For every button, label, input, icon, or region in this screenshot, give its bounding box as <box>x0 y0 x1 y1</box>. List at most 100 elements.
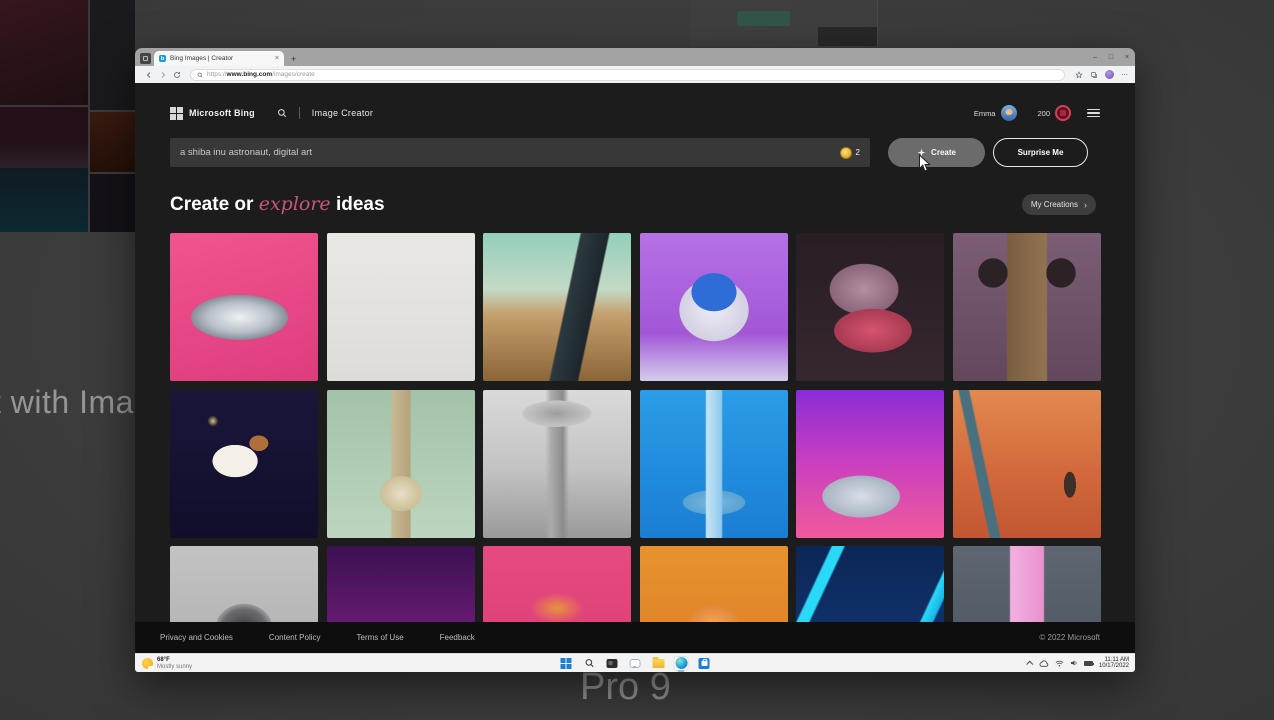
battery-icon[interactable] <box>1084 661 1093 666</box>
new-tab-button[interactable]: + <box>291 55 296 64</box>
prompt-field: 2 <box>170 138 870 167</box>
taskbar-clock[interactable]: 11:11 AM 10/17/2022 <box>1099 657 1129 670</box>
gallery-tile[interactable] <box>483 390 631 538</box>
surprise-me-button[interactable]: Surprise Me <box>993 138 1088 167</box>
footer-link-terms[interactable]: Terms of Use <box>357 633 404 642</box>
tab-title: Bing Images | Creator <box>170 55 271 62</box>
hero-accent-word: explore <box>259 193 331 215</box>
weather-temp: 68°F <box>157 657 192 664</box>
page-footer: Privacy and Cookies Content Policy Terms… <box>135 622 1135 653</box>
tab-close-icon[interactable]: × <box>275 55 279 62</box>
search-icon <box>584 658 594 668</box>
gallery-tile[interactable] <box>327 233 475 381</box>
minimize-icon[interactable]: – <box>1087 54 1103 61</box>
search-icon[interactable] <box>277 108 287 118</box>
url-search-icon <box>197 72 203 78</box>
taskbar-apps <box>559 654 712 672</box>
user-avatar[interactable] <box>1001 105 1017 121</box>
edge-button[interactable] <box>674 656 689 671</box>
background-image-collage <box>0 0 135 232</box>
chevron-right-icon: › <box>1084 200 1087 210</box>
volume-icon[interactable] <box>1070 659 1078 667</box>
chat-button[interactable] <box>628 656 643 671</box>
bg-collage-tile <box>0 0 88 105</box>
windows-taskbar: 68°F Mostly sunny <box>135 653 1135 672</box>
boost-count: 2 <box>856 148 860 157</box>
system-tray: 11:11 AM 10/17/2022 <box>1028 654 1129 672</box>
my-creations-button[interactable]: My Creations › <box>1022 194 1096 215</box>
window-controls: – □ × <box>1087 48 1135 66</box>
footer-link-privacy[interactable]: Privacy and Cookies <box>160 633 233 642</box>
footer-link-content-policy[interactable]: Content Policy <box>269 633 321 642</box>
prompt-row: 2 Create Surprise Me <box>170 138 1100 167</box>
page-title: Image Creator <box>312 108 373 118</box>
footer-link-feedback[interactable]: Feedback <box>440 633 475 642</box>
start-button[interactable] <box>559 656 574 671</box>
url-text: https://www.bing.com/images/create <box>207 71 315 78</box>
browser-profile-avatar[interactable] <box>1105 70 1114 79</box>
rewards-points[interactable]: 200 <box>1037 109 1050 118</box>
refresh-icon[interactable] <box>170 69 184 81</box>
hero-row: Create or explore ideas My Creations › <box>170 193 1100 219</box>
user-name[interactable]: Emma <box>974 109 996 118</box>
mouse-cursor <box>918 154 931 173</box>
taskbar-search[interactable] <box>582 656 597 671</box>
gallery-tile[interactable] <box>640 390 788 538</box>
gallery-tile[interactable] <box>170 390 318 538</box>
microsoft-logo-icon <box>170 107 183 120</box>
gallery-tile[interactable] <box>640 233 788 381</box>
browser-menu-icon[interactable]: ⋯ <box>1121 71 1128 79</box>
bg-collage-tile <box>90 0 135 110</box>
gallery-tile[interactable] <box>796 390 944 538</box>
gallery-tile[interactable] <box>327 390 475 538</box>
edge-icon <box>675 657 687 669</box>
desktop-background: t with Ima Pro 9 b Bing Images | Creator… <box>0 0 1274 720</box>
collections-icon[interactable] <box>1090 71 1098 79</box>
weather-widget[interactable]: 68°F Mostly sunny <box>142 654 192 672</box>
gallery-tile[interactable] <box>953 390 1101 538</box>
url-bar[interactable]: https://www.bing.com/images/create <box>190 69 1065 81</box>
prompt-input[interactable] <box>180 147 840 158</box>
idea-gallery <box>170 233 1100 653</box>
page-header: Microsoft Bing Image Creator Emma 200 <box>170 101 1100 125</box>
wifi-icon[interactable] <box>1055 660 1064 667</box>
bg-collage-tile <box>0 168 88 232</box>
rewards-icon[interactable] <box>1055 105 1071 121</box>
gallery-tile[interactable] <box>170 233 318 381</box>
store-button[interactable] <box>697 656 712 671</box>
navbar-actions: ⋯ <box>1075 70 1128 79</box>
bg-cutoff-text-left: t with Ima <box>0 384 134 421</box>
maximize-icon[interactable]: □ <box>1103 54 1119 61</box>
tab-strip: b Bing Images | Creator × + – □ × <box>135 48 1135 66</box>
browser-navbar: https://www.bing.com/images/create ⋯ <box>135 66 1135 83</box>
back-icon[interactable] <box>142 69 156 81</box>
folder-icon <box>652 659 664 668</box>
weather-condition: Mostly sunny <box>157 664 192 670</box>
create-button[interactable]: Create <box>888 138 985 167</box>
gallery-tile[interactable] <box>483 233 631 381</box>
bg-divider-line <box>877 0 878 46</box>
boost-coin-icon <box>840 147 852 159</box>
favorites-star-icon[interactable] <box>1075 71 1083 79</box>
hamburger-menu-icon[interactable] <box>1087 109 1100 118</box>
header-divider <box>299 107 300 119</box>
copyright-text: © 2022 Microsoft <box>1039 633 1100 642</box>
forward-icon[interactable] <box>156 69 170 81</box>
onedrive-cloud-icon[interactable] <box>1039 660 1049 667</box>
tab-actions-icon[interactable] <box>140 53 151 64</box>
gallery-tile[interactable] <box>953 233 1101 381</box>
brand-title[interactable]: Microsoft Bing <box>189 108 255 118</box>
windows-logo-icon <box>561 658 572 669</box>
hero-title: Create or explore ideas <box>170 194 385 215</box>
clock-time: 11:11 AM <box>1105 657 1129 663</box>
browser-tab[interactable]: b Bing Images | Creator × <box>154 51 284 66</box>
tray-overflow-icon[interactable] <box>1026 660 1033 667</box>
clock-date: 10/17/2022 <box>1099 663 1129 669</box>
chat-icon <box>630 659 641 668</box>
store-icon <box>699 658 710 669</box>
file-explorer-button[interactable] <box>651 656 666 671</box>
gallery-tile[interactable] <box>796 233 944 381</box>
bg-dimmed-thumbnail <box>818 27 877 46</box>
close-icon[interactable]: × <box>1119 54 1135 61</box>
task-view-button[interactable] <box>605 656 620 671</box>
